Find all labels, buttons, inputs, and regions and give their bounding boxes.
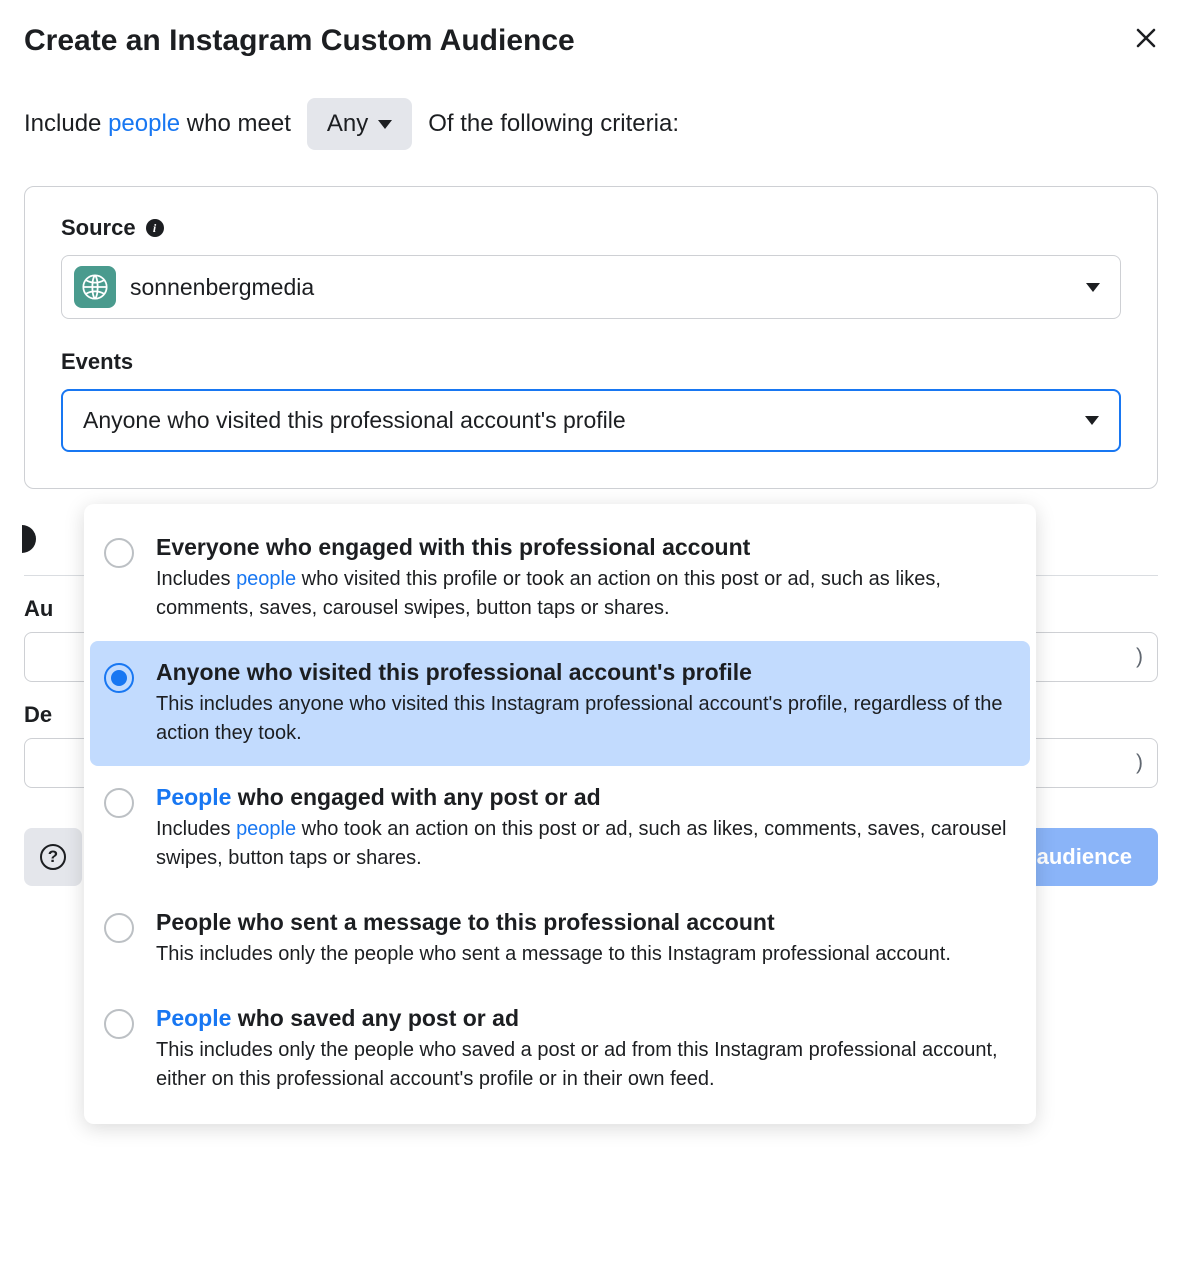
include-criteria-row: Include people who meet Any Of the follo… [24, 98, 1158, 150]
event-option-engaged-post-ad[interactable]: People who engaged with any post or ad I… [84, 766, 1036, 891]
criteria-card: Source i sonnenbergmedia Events Anyone w… [24, 186, 1158, 489]
option-description: Includes people who took an action on th… [156, 815, 1012, 873]
event-option-saved-post-ad[interactable]: People who saved any post or ad This inc… [84, 987, 1036, 1112]
option-title: People who saved any post or ad [156, 1005, 1012, 1032]
match-mode-dropdown[interactable]: Any [307, 98, 412, 150]
include-suffix: Of the following criteria: [428, 110, 679, 138]
event-option-everyone-engaged[interactable]: Everyone who engaged with this professio… [84, 516, 1036, 641]
event-option-visited-profile[interactable]: Anyone who visited this professional acc… [90, 641, 1030, 766]
option-description: This includes only the people who sent a… [156, 940, 1012, 969]
option-title: People who sent a message to this profes… [156, 909, 1012, 936]
chevron-down-icon [378, 120, 392, 129]
radio-icon [104, 788, 134, 818]
radio-icon [104, 663, 134, 693]
source-value: sonnenbergmedia [130, 274, 314, 301]
option-description: This includes only the people who saved … [156, 1036, 1012, 1094]
include-text: Include people who meet [24, 110, 291, 138]
radio-icon [104, 538, 134, 568]
chevron-down-icon [1086, 283, 1100, 292]
radio-icon [104, 1009, 134, 1039]
option-description: Includes people who visited this profile… [156, 565, 1012, 623]
page-title: Create an Instagram Custom Audience [24, 24, 575, 58]
chevron-down-icon [1085, 416, 1099, 425]
event-option-sent-message[interactable]: People who sent a message to this profes… [84, 891, 1036, 987]
partial-icon [22, 525, 36, 553]
option-title: People who engaged with any post or ad [156, 784, 1012, 811]
option-title: Anyone who visited this professional acc… [156, 659, 1012, 686]
option-title: Everyone who engaged with this professio… [156, 534, 1012, 561]
help-button[interactable]: ? [24, 828, 82, 886]
close-button[interactable] [1134, 26, 1158, 57]
source-dropdown[interactable]: sonnenbergmedia [61, 255, 1121, 319]
instagram-account-icon [74, 266, 116, 308]
help-icon: ? [40, 844, 66, 870]
close-icon [1134, 26, 1158, 50]
people-link[interactable]: people [108, 110, 180, 137]
option-description: This includes anyone who visited this In… [156, 690, 1012, 748]
info-icon[interactable]: i [146, 219, 164, 237]
events-value: Anyone who visited this professional acc… [83, 407, 626, 434]
events-label: Events [61, 349, 1121, 375]
events-options-panel: Everyone who engaged with this professio… [84, 504, 1036, 1124]
events-dropdown[interactable]: Anyone who visited this professional acc… [61, 389, 1121, 452]
match-mode-value: Any [327, 110, 368, 138]
radio-icon [104, 913, 134, 943]
source-label: Source i [61, 215, 1121, 241]
